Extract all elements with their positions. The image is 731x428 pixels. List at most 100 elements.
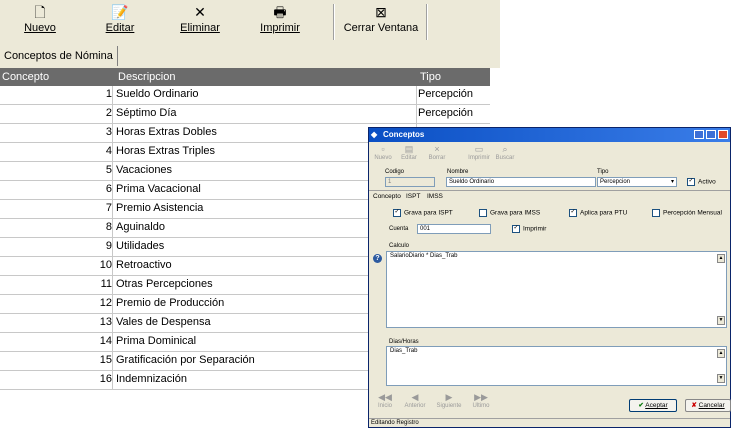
cell-divider [416,86,417,104]
check-icon: ✓ [569,209,577,217]
edit-icon: 📝 [111,4,129,20]
table-row[interactable]: 1 Sueldo Ordinario Percepción [0,86,490,105]
edit-button-label: Editar [105,22,135,34]
search-icon: ⌕ [502,144,508,154]
codigo-label: Codigo [385,169,405,175]
activo-checkbox[interactable]: ✓ Activo [687,178,716,187]
aceptar-button[interactable]: ✔ Aceptar [629,399,677,412]
close-window-button[interactable]: ⊠ Cerrar Ventana [336,2,426,42]
print-button[interactable]: 🖶 Imprimir [240,2,320,42]
conceptos-dialog: ◆ Conceptos ▫ Nuevo ▤ Editar × Borrar ▭ Impr… [368,127,731,428]
tipo-select[interactable]: Percepcion ▾ [597,177,677,187]
toolbar-separator [333,4,335,40]
dialog-title-bar: ◆ Conceptos [369,128,730,142]
check-icon: ✓ [512,225,520,233]
edit-icon: ▤ [404,144,414,154]
row-concepto-number: 3 [0,124,113,142]
cuenta-label: Cuenta [389,226,409,232]
delete-button-label: Eliminar [180,22,220,34]
column-header-descripcion[interactable]: Descripcion [118,68,175,86]
delete-icon: × [434,144,440,154]
imprimir-checkbox[interactable]: ✓ Imprimir [512,225,546,234]
tipo-label: Tipo [597,169,609,175]
row-concepto-number: 2 [0,105,113,123]
dialog-print-button[interactable]: ▭ Imprimir [465,144,493,161]
main-toolbar: 🗋 Nuevo 📝 Editar ✕ Eliminar 🖶 Imprimir ⊠… [0,0,500,45]
row-concepto-number: 12 [0,295,113,313]
dialog-delete-button[interactable]: × Borrar [423,144,451,161]
calculo-text: SalarioDiario * Dias_Trab [390,253,458,259]
divider [369,190,730,191]
calculo-label: Calculo [389,243,410,249]
toolbar-separator [426,4,428,40]
scroll-up-icon[interactable]: ▲ [717,254,725,263]
row-concepto-number: 8 [0,219,113,237]
dialog-title: Conceptos [383,130,425,139]
grava-imss-checkbox[interactable]: Grava para IMSS [479,209,540,218]
check-icon: ✓ [687,178,695,186]
edit-button[interactable]: 📝 Editar [80,2,160,42]
scroll-up-icon[interactable]: ▲ [717,349,725,358]
scroll-down-icon[interactable]: ▼ [717,374,725,383]
dias-horas-textarea[interactable]: Dias_Trab ▲ ▼ [386,346,727,386]
previous-record-icon: ◀ [411,392,419,402]
column-header-tipo[interactable]: Tipo [420,68,441,86]
row-concepto-number: 16 [0,371,113,389]
nav-last-button[interactable]: ▶▶ Ultimo [467,392,495,409]
cell-divider [416,105,417,123]
row-concepto-number: 4 [0,143,113,161]
close-window-icon: ⊠ [375,4,387,20]
row-concepto-number: 10 [0,257,113,275]
last-record-icon: ▶▶ [474,392,488,402]
table-row[interactable]: 2 Séptimo Día Percepción [0,105,490,124]
dias-horas-label: Dias/Horas [389,339,419,345]
new-document-icon: ▫ [381,144,385,154]
status-text: Editando Registro [371,420,419,426]
percepcion-mensual-checkbox[interactable]: Percepción Mensual [652,209,722,218]
delete-icon: ✕ [194,4,206,20]
print-button-label: Imprimir [260,22,300,34]
delete-button[interactable]: ✕ Eliminar [160,2,240,42]
minimize-icon[interactable] [694,130,704,139]
row-description: Séptimo Día [116,107,177,119]
nav-next-button[interactable]: ▶ Siguiente [435,392,463,409]
tab-ispt[interactable]: ISPT [406,193,420,200]
first-record-icon: ◀◀ [378,392,392,402]
scroll-down-icon[interactable]: ▼ [717,316,725,325]
dialog-edit-button[interactable]: ▤ Editar [395,144,423,161]
help-icon[interactable]: ? [373,254,382,263]
aplica-ptu-checkbox[interactable]: ✓ Aplica para PTU [569,209,627,218]
tab-strip: Conceptos de Nómina [0,44,500,68]
dias-horas-text: Dias_Trab [390,348,418,354]
tab-concepto[interactable]: Concepto [373,193,401,200]
cancelar-button[interactable]: ✘ Cancelar [685,399,731,412]
dialog-new-button[interactable]: ▫ Nuevo [369,144,397,161]
calculo-textarea[interactable]: SalarioDiario * Dias_Trab ▲ ▼ [386,251,727,328]
column-header-concepto[interactable]: Concepto [2,68,49,86]
row-concepto-number: 6 [0,181,113,199]
tab-imss[interactable]: IMSS [427,193,443,200]
grava-ispt-checkbox[interactable]: ✓ Grava para ISPT [393,209,453,218]
grid-header: Concepto Descripcion Tipo [0,68,490,86]
row-type: Percepción [418,107,474,119]
maximize-icon[interactable] [706,130,716,139]
nav-first-button[interactable]: ◀◀ Inicio [371,392,399,409]
close-icon[interactable] [718,130,728,139]
row-description: Sueldo Ordinario [116,88,199,100]
check-icon: ✓ [393,209,401,217]
cuenta-field[interactable]: 001 [417,224,491,234]
printer-icon: 🖶 [273,4,287,20]
chevron-down-icon: ▾ [670,179,674,185]
dialog-app-icon: ◆ [371,130,378,139]
nombre-field[interactable]: Sueldo Ordinario [446,177,596,187]
row-concepto-number: 7 [0,200,113,218]
nav-previous-button[interactable]: ◀ Anterior [401,392,429,409]
row-type: Percepción [418,88,474,100]
tab-conceptos-nomina[interactable]: Conceptos de Nómina [0,46,118,66]
row-concepto-number: 13 [0,314,113,332]
status-bar: Editando Registro [369,418,730,427]
row-concepto-number: 14 [0,333,113,351]
printer-icon: ▭ [474,144,484,154]
dialog-search-button[interactable]: ⌕ Buscar [491,144,519,161]
new-button[interactable]: 🗋 Nuevo [0,2,80,42]
